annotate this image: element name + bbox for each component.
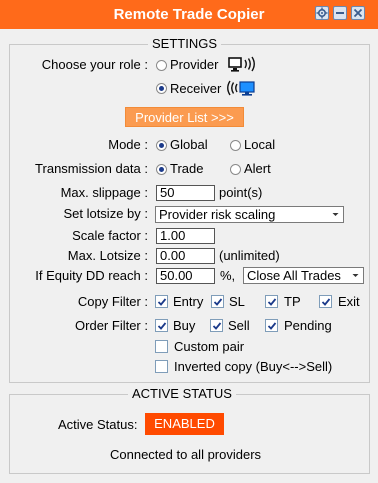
receiver-signal-icon <box>227 80 257 98</box>
copy-filter-entry-label[interactable]: Entry <box>173 294 203 310</box>
close-icon[interactable] <box>351 6 365 20</box>
max-slippage-unit: point(s) <box>219 185 263 200</box>
transmission-alert-radio[interactable] <box>230 164 241 175</box>
equity-dd-label: If Equity DD reach : <box>35 268 148 283</box>
copy-filter-exit-checkbox[interactable] <box>319 295 332 308</box>
copy-filter-sl-checkbox[interactable] <box>211 295 224 308</box>
status-message: Connected to all providers <box>110 447 262 462</box>
lotsize-select[interactable]: Provider risk scaling <box>155 206 344 223</box>
transmission-alert-label[interactable]: Alert <box>244 161 271 177</box>
copy-filter-tp-label[interactable]: TP <box>284 294 301 310</box>
lotsize-label: Set lotsize by : <box>63 206 148 221</box>
max-lotsize-label: Max. Lotsize : <box>67 248 148 263</box>
equity-dd-action-select[interactable]: Close All Trades <box>243 267 364 284</box>
max-lotsize-note: (unlimited) <box>219 248 280 263</box>
chevron-down-icon <box>349 269 362 282</box>
equity-dd-action-value: Close All Trades <box>247 268 341 283</box>
order-filter-pending-label[interactable]: Pending <box>284 318 332 334</box>
lotsize-selected-value: Provider risk scaling <box>159 207 276 222</box>
role-provider-radio[interactable] <box>156 60 167 71</box>
copy-filter-entry-checkbox[interactable] <box>155 295 168 308</box>
scale-factor-label: Scale factor : <box>72 228 148 243</box>
status-legend: ACTIVE STATUS <box>128 387 236 401</box>
mode-global-label[interactable]: Global <box>170 137 208 153</box>
order-filter-buy-label[interactable]: Buy <box>173 318 195 334</box>
custom-pair-label[interactable]: Custom pair <box>174 339 244 355</box>
copy-filter-label: Copy Filter : <box>77 294 148 309</box>
role-provider-label[interactable]: Provider <box>170 57 218 73</box>
settings-legend: SETTINGS <box>148 37 222 51</box>
mode-global-radio[interactable] <box>156 140 167 151</box>
role-label: Choose your role : <box>41 57 148 72</box>
status-badge: ENABLED <box>145 413 224 435</box>
order-filter-buy-checkbox[interactable] <box>155 319 168 332</box>
inverted-copy-checkbox[interactable] <box>155 360 168 373</box>
mode-label: Mode : <box>108 137 148 152</box>
mode-local-label[interactable]: Local <box>244 137 275 153</box>
order-filter-label: Order Filter : <box>75 318 148 333</box>
gear-icon[interactable] <box>315 6 329 20</box>
active-status-label: Active Status: <box>58 417 138 432</box>
transmission-trade-label[interactable]: Trade <box>170 161 203 177</box>
transmission-label: Transmission data : <box>35 161 148 176</box>
copy-filter-sl-label[interactable]: SL <box>229 294 245 310</box>
order-filter-sell-label[interactable]: Sell <box>228 318 250 334</box>
copy-filter-tp-checkbox[interactable] <box>265 295 278 308</box>
chevron-down-icon <box>329 208 342 221</box>
scale-factor-input[interactable]: 1.00 <box>156 228 215 244</box>
role-receiver-radio[interactable] <box>156 83 167 94</box>
provider-broadcast-icon <box>228 56 258 74</box>
inverted-copy-label[interactable]: Inverted copy (Buy<-->Sell) <box>174 359 332 375</box>
transmission-trade-radio[interactable] <box>156 164 167 175</box>
max-lotsize-input[interactable]: 0.00 <box>156 248 215 264</box>
provider-list-button[interactable]: Provider List >>> <box>125 107 244 127</box>
mode-local-radio[interactable] <box>230 140 241 151</box>
copy-filter-exit-label[interactable]: Exit <box>338 294 360 310</box>
window-title: Remote Trade Copier <box>113 6 265 23</box>
max-slippage-label: Max. slippage : <box>60 185 148 200</box>
equity-dd-input[interactable]: 50.00 <box>156 268 215 284</box>
minimize-icon[interactable] <box>333 6 347 20</box>
equity-dd-unit: %, <box>220 268 236 283</box>
order-filter-sell-checkbox[interactable] <box>210 319 223 332</box>
max-slippage-input[interactable]: 50 <box>156 185 215 201</box>
role-receiver-label[interactable]: Receiver <box>170 81 221 97</box>
custom-pair-checkbox[interactable] <box>155 340 168 353</box>
order-filter-pending-checkbox[interactable] <box>265 319 278 332</box>
